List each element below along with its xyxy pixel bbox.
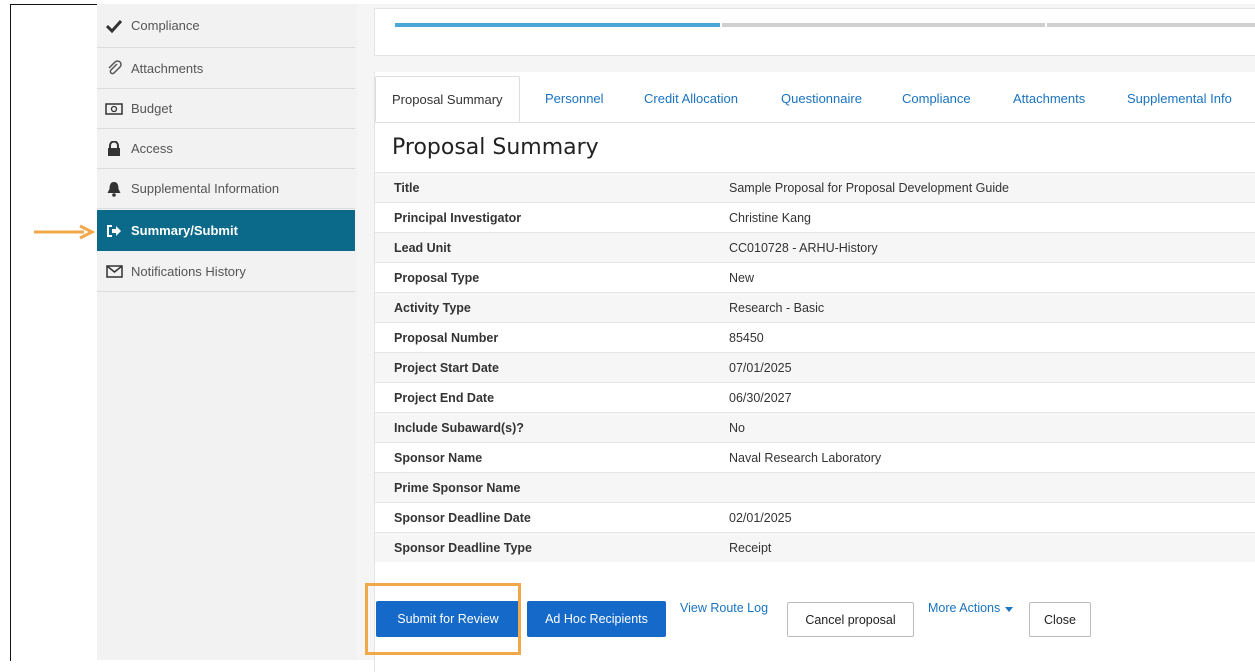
table-row: Sponsor Name Naval Research Laboratory [375, 442, 1255, 472]
more-actions-label: More Actions [928, 601, 1001, 615]
tab-attachments[interactable]: Attachments [1013, 76, 1085, 122]
sidebar-item-label: Budget [131, 101, 173, 116]
summary-table: Title Sample Proposal for Proposal Develo… [375, 172, 1255, 562]
row-key: Project End Date [394, 390, 495, 405]
sign-out-icon [105, 223, 123, 239]
caret-down-icon [1005, 601, 1014, 615]
row-key: Activity Type [394, 300, 471, 315]
sidebar-item-label: Compliance [131, 18, 200, 33]
sidebar-item-label: Summary/Submit [131, 223, 238, 238]
lock-icon [105, 140, 123, 157]
tab-bar: Proposal Summary Personnel Credit Alloca… [375, 76, 1255, 123]
annotation-arrow-icon [34, 224, 96, 240]
tab-compliance[interactable]: Compliance [902, 76, 971, 122]
row-value: 02/01/2025 [729, 510, 792, 525]
sidebar-item-compliance[interactable]: Compliance [97, 4, 355, 48]
tab-credit-allocation[interactable]: Credit Allocation [644, 76, 738, 122]
sidebar-item-access[interactable]: Access [97, 129, 355, 169]
row-key: Prime Sponsor Name [394, 480, 521, 495]
table-row: Project End Date 06/30/2027 [375, 382, 1255, 412]
view-route-log-link[interactable]: View Route Log [680, 601, 768, 615]
row-value: 07/01/2025 [729, 360, 792, 375]
row-value: 85450 [729, 330, 764, 345]
bell-icon [105, 181, 123, 197]
sidebar-item-supplemental-information[interactable]: Supplemental Information [97, 169, 355, 209]
row-value: Sample Proposal for Proposal Development… [729, 180, 1010, 195]
row-value: Christine Kang [729, 210, 811, 225]
progress-bar [395, 23, 1255, 27]
table-row: Sponsor Deadline Date 02/01/2025 [375, 502, 1255, 532]
row-key: Proposal Type [394, 270, 480, 285]
table-row: Lead Unit CC010728 - ARHU-History [375, 232, 1255, 262]
progress-divider [1045, 23, 1047, 27]
cancel-proposal-button[interactable]: Cancel proposal [787, 602, 914, 637]
sidebar-item-notifications-history[interactable]: Notifications History [97, 251, 355, 292]
progress-divider [720, 23, 722, 27]
tab-proposal-summary[interactable]: Proposal Summary [375, 76, 520, 122]
sidebar-item-label: Supplemental Information [131, 181, 280, 196]
annotation-highlight-box [365, 583, 521, 655]
row-value: Naval Research Laboratory [729, 450, 882, 465]
row-key: Title [394, 180, 420, 195]
tab-supplemental-info[interactable]: Supplemental Info [1127, 76, 1232, 122]
ad-hoc-recipients-button[interactable]: Ad Hoc Recipients [527, 601, 666, 637]
row-value: 06/30/2027 [729, 390, 792, 405]
row-value: CC010728 - ARHU-History [729, 240, 878, 255]
row-key: Project Start Date [394, 360, 499, 375]
more-actions-dropdown[interactable]: More Actions [928, 601, 1014, 615]
sidebar-item-label: Notifications History [131, 263, 246, 279]
sidebar-item-attachments[interactable]: Attachments [97, 48, 355, 89]
sidebar-item-summary-submit[interactable]: Summary/Submit [97, 210, 355, 251]
page-title: Proposal Summary [392, 135, 599, 160]
sidebar-nav: Compliance Attachments Budget Access Sup… [97, 4, 358, 660]
table-row: Principal Investigator Christine Kang [375, 202, 1255, 232]
paperclip-icon [105, 60, 123, 76]
table-row: Title Sample Proposal for Proposal Develo… [375, 172, 1255, 202]
check-icon [105, 18, 123, 34]
tab-questionnaire[interactable]: Questionnaire [781, 76, 862, 122]
table-row: Sponsor Deadline Type Receipt [375, 532, 1255, 562]
tab-personnel[interactable]: Personnel [545, 76, 604, 122]
table-row: Proposal Number 85450 [375, 322, 1255, 352]
table-row: Prime Sponsor Name [375, 472, 1255, 502]
row-key: Sponsor Deadline Date [394, 510, 531, 525]
row-key: Sponsor Deadline Type [394, 540, 532, 555]
table-row: Include Subaward(s)? No [375, 412, 1255, 442]
row-key: Lead Unit [394, 240, 451, 255]
row-value: Research - Basic [729, 300, 825, 315]
row-value: No [729, 420, 745, 435]
money-icon [105, 101, 123, 117]
sidebar-item-budget[interactable]: Budget [97, 89, 355, 129]
progress-fill [395, 23, 720, 27]
table-row: Activity Type Research - Basic [375, 292, 1255, 322]
table-row: Project Start Date 07/01/2025 [375, 352, 1255, 382]
row-key: Principal Investigator [394, 210, 522, 225]
sidebar-item-label: Attachments [131, 60, 204, 76]
row-key: Proposal Number [394, 330, 499, 345]
envelope-icon [105, 263, 123, 279]
row-value: Receipt [729, 540, 772, 555]
summary-panel: Proposal Summary Personnel Credit Alloca… [374, 72, 1255, 672]
main-content: Proposal Summary Personnel Credit Alloca… [357, 4, 1255, 672]
sidebar-item-label: Access [131, 141, 173, 156]
row-key: Sponsor Name [394, 450, 483, 465]
table-row: Proposal Type New [375, 262, 1255, 292]
row-key: Include Subaward(s)? [394, 420, 524, 435]
progress-panel [374, 8, 1255, 56]
close-button[interactable]: Close [1029, 602, 1091, 637]
row-value: New [729, 270, 755, 285]
